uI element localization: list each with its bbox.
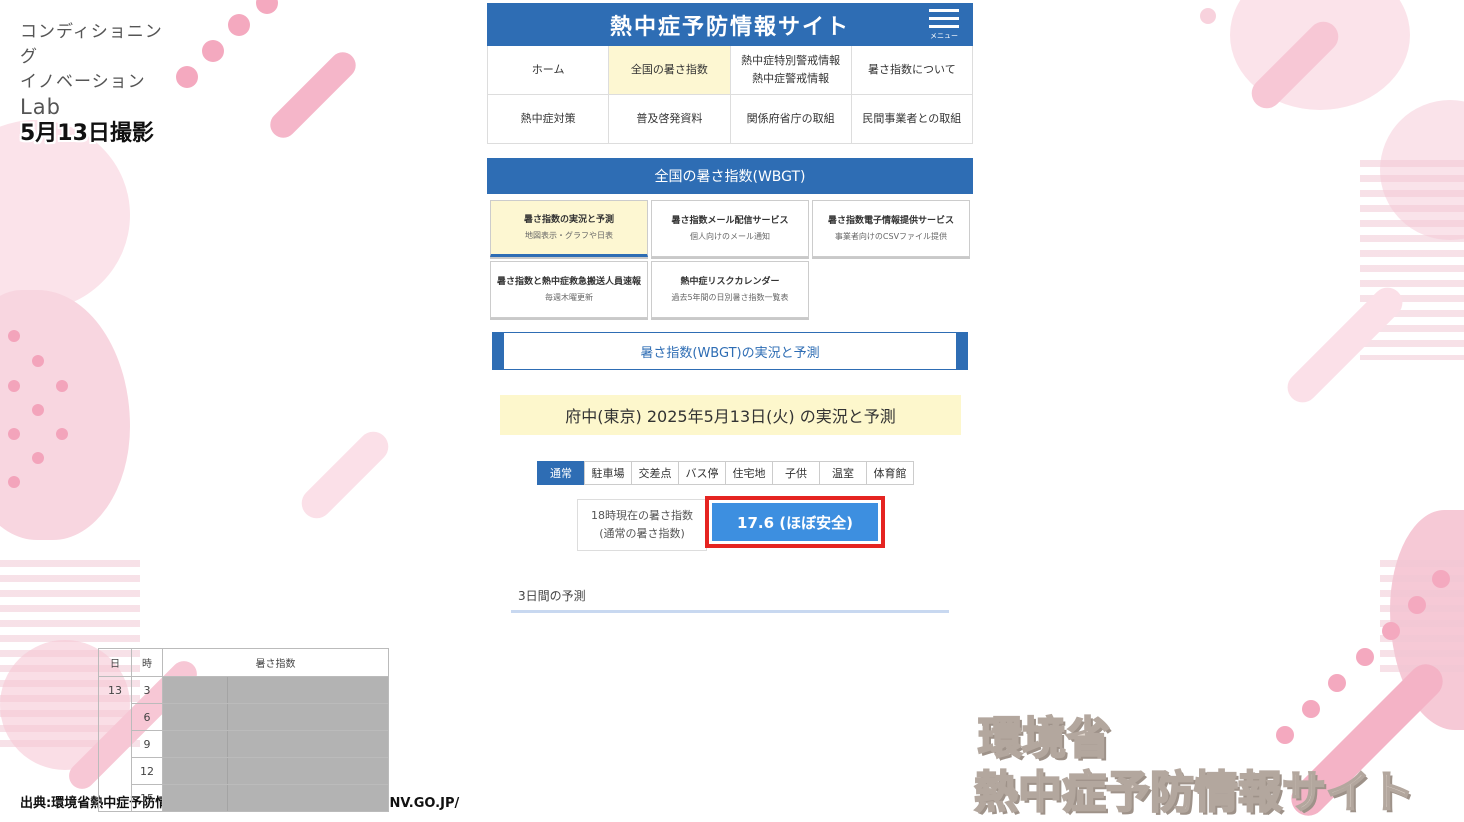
hour-cell: 9	[131, 730, 163, 758]
card-subtitle: 過去5年間の日別暑さ指数一覧表	[671, 293, 789, 302]
wbgt-cell	[162, 784, 389, 812]
nav-item-awareness-materials[interactable]: 普及啓発資料	[609, 95, 731, 144]
card-csv-service[interactable]: 暑さ指数電子情報提供サービス 事業者向けのCSVファイル提供	[812, 200, 970, 257]
card-subtitle: 事業者向けのCSVファイル提供	[834, 232, 948, 241]
wbgt-cell	[162, 757, 389, 785]
site-screenshot: 熱中症予防情報サイト メニュー ホーム 全国の暑さ指数 熱中症特別警戒情報 熱中…	[487, 3, 973, 822]
card-title: 暑さ指数メール配信サービス	[671, 216, 789, 226]
card-risk-calendar[interactable]: 熱中症リスクカレンダー 過去5年間の日別暑さ指数一覧表	[651, 261, 809, 318]
nav-item-about-wbgt[interactable]: 暑さ指数について	[851, 46, 973, 95]
hour-cell: 12	[131, 757, 163, 785]
site-title: 熱中症予防情報サイト	[609, 14, 850, 40]
column-header-wbgt: 暑さ指数	[162, 648, 389, 677]
card-title: 熱中症リスクカレンダー	[680, 277, 780, 287]
wbgt-cell	[162, 676, 389, 704]
hamburger-icon-bar	[929, 25, 959, 28]
current-wbgt-label: 18時現在の暑さ指数 (通常の暑さ指数)	[577, 499, 707, 551]
service-cards: 暑さ指数の実況と予測 地図表示・グラフや日表 暑さ指数メール配信サービス 個人向…	[487, 194, 973, 318]
hamburger-icon	[929, 9, 959, 12]
tab-normal[interactable]: 通常	[537, 461, 585, 485]
nav-item-private-sector[interactable]: 民間事業者との取組	[851, 95, 973, 144]
nav-item-home[interactable]: ホーム	[488, 46, 610, 95]
subsection-title-bar: 暑さ指数(WBGT)の実況と予測	[492, 332, 968, 370]
tab-parking[interactable]: 駐車場	[584, 461, 632, 485]
forecast-table: 日 時 暑さ指数 13 3 6 9 12 15	[98, 648, 389, 812]
hour-cell: 3	[131, 676, 163, 704]
tab-greenhouse[interactable]: 温室	[819, 461, 867, 485]
nav-item-national-wbgt[interactable]: 全国の暑さ指数	[609, 46, 731, 95]
shot-date-caption: 5月13日撮影	[20, 121, 154, 146]
card-subtitle: 地図表示・グラフや日表	[525, 231, 613, 240]
section-title-bar: 全国の暑さ指数(WBGT)	[487, 158, 973, 194]
table-row: 12	[99, 757, 389, 785]
table-row: 13 3	[98, 676, 389, 812]
menu-button[interactable]: メニュー	[929, 9, 959, 40]
card-subtitle: 毎週木曜更新	[545, 293, 593, 302]
forecast-title: 3日間の予測	[518, 589, 586, 603]
menu-label: メニュー	[930, 32, 958, 40]
brand-site-caption: 熱中症予防情報サイト	[973, 766, 1415, 819]
tab-residential[interactable]: 住宅地	[725, 461, 773, 485]
environment-tabs: 通常 駐車場 交差点 バス停 住宅地 子供 温室 体育館	[537, 461, 973, 485]
current-wbgt-value: 17.6 (ほぼ安全)	[712, 503, 878, 541]
hour-cell: 6	[131, 703, 163, 731]
card-title: 暑さ指数と熱中症救急搬送人員速報	[497, 277, 642, 287]
lab-logo-line: コンディショニング	[20, 22, 163, 67]
wbgt-cell	[162, 703, 389, 731]
tab-children[interactable]: 子供	[772, 461, 820, 485]
nav-item-ministries[interactable]: 関係府省庁の取組	[730, 95, 852, 144]
table-header-row: 日 時 暑さ指数	[98, 648, 389, 677]
lab-logo-line: イノベーション	[20, 72, 146, 92]
current-wbgt-highlight: 17.6 (ほぼ安全)	[705, 496, 885, 548]
forecast-divider	[511, 610, 949, 613]
card-wbgt-forecast[interactable]: 暑さ指数の実況と予測 地図表示・グラフや日表	[490, 200, 648, 257]
lab-logo-card: コンディショニング イノベーション Lab	[12, 8, 172, 119]
wbgt-cell	[162, 730, 389, 758]
tab-bus-stop[interactable]: バス停	[678, 461, 726, 485]
table-row: 9	[99, 730, 389, 758]
hamburger-icon-bar	[929, 17, 959, 20]
current-wbgt-label-line: 18時現在の暑さ指数	[591, 509, 693, 522]
nav-item-alerts[interactable]: 熱中症特別警戒情報 熱中症警戒情報	[730, 46, 852, 95]
nav-item-countermeasures[interactable]: 熱中症対策	[488, 95, 610, 144]
hour-cell: 15	[131, 784, 163, 812]
card-title: 暑さ指数の実況と予測	[523, 215, 614, 225]
tab-intersection[interactable]: 交差点	[631, 461, 679, 485]
card-mail-service[interactable]: 暑さ指数メール配信サービス 個人向けのメール通知	[651, 200, 809, 257]
card-title: 暑さ指数電子情報提供サービス	[827, 216, 954, 226]
card-subtitle: 個人向けのメール通知	[690, 232, 770, 241]
current-wbgt-row: 18時現在の暑さ指数 (通常の暑さ指数) 17.6 (ほぼ安全)	[487, 496, 973, 559]
table-row: 6	[99, 703, 389, 731]
column-header-hour: 時	[131, 648, 163, 677]
day-cell: 13	[98, 676, 132, 812]
site-header: 熱中症予防情報サイト メニュー	[487, 3, 973, 46]
location-heading: 府中(東京) 2025年5月13日(火) の実況と予測	[500, 395, 961, 435]
tab-gymnasium[interactable]: 体育館	[866, 461, 914, 485]
main-nav: ホーム 全国の暑さ指数 熱中症特別警戒情報 熱中症警戒情報 暑さ指数について 熱…	[487, 46, 973, 144]
table-row: 15	[99, 784, 389, 812]
column-header-day: 日	[98, 648, 132, 677]
current-wbgt-label-line: (通常の暑さ指数)	[599, 527, 685, 540]
card-emergency-report[interactable]: 暑さ指数と熱中症救急搬送人員速報 毎週木曜更新	[490, 261, 648, 318]
